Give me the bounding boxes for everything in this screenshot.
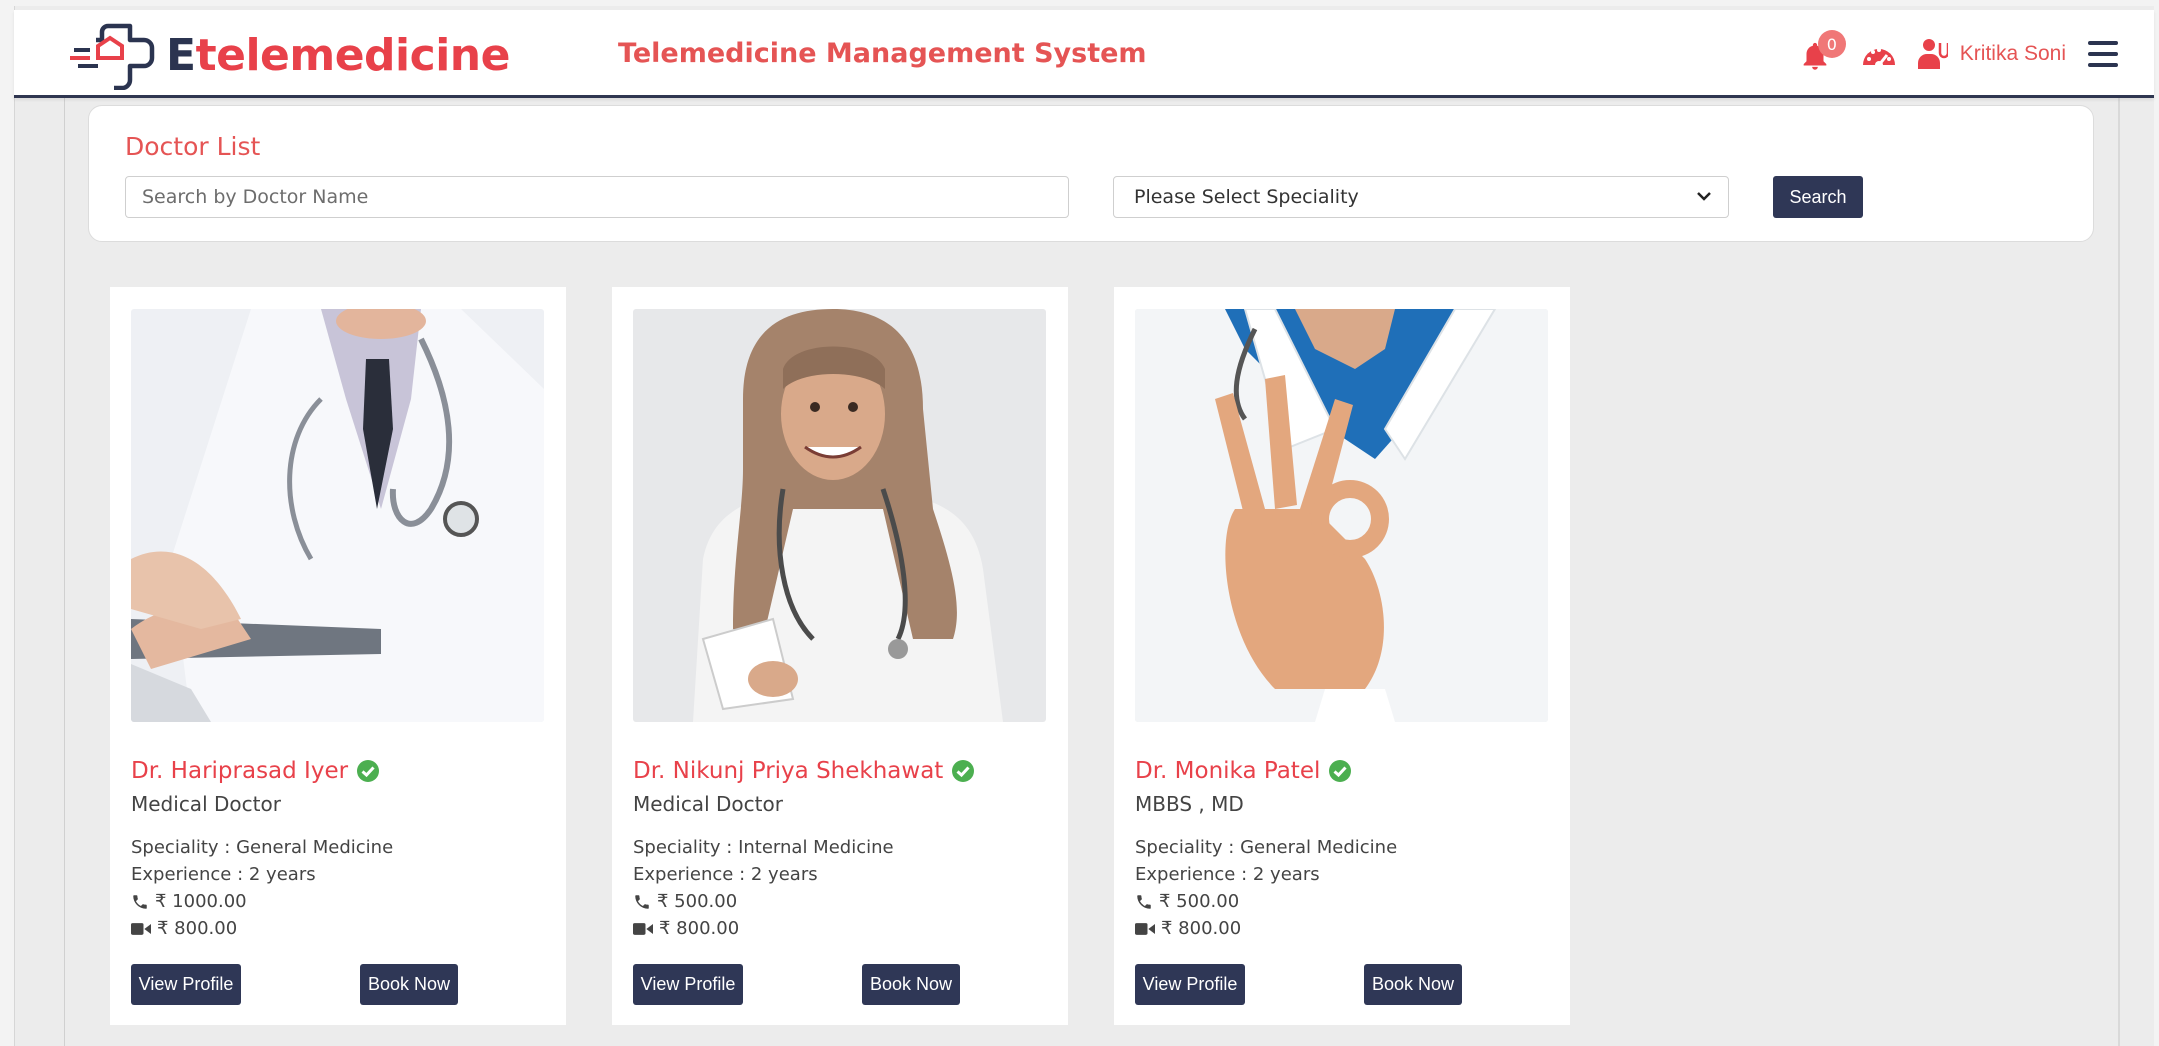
doctor-name[interactable]: Dr. Nikunj Priya Shekhawat	[633, 758, 975, 784]
doctor-speciality: Speciality : General Medicine	[131, 837, 394, 858]
user-doctor-icon	[1917, 39, 1948, 69]
header-actions: 0 Kritika Soni	[1798, 30, 2118, 74]
doctor-speciality: Speciality : Internal Medicine	[633, 837, 894, 858]
brand-name: Etelemedicine	[166, 29, 510, 81]
app-title: Telemedicine Management System	[618, 38, 1147, 69]
phone-icon	[1137, 894, 1151, 909]
medical-cross-logo-icon	[70, 23, 155, 90]
view-profile-button[interactable]: View Profile	[633, 964, 743, 1005]
speciality-select[interactable]: Please Select Speciality	[1113, 176, 1729, 218]
search-button[interactable]: Search	[1773, 176, 1863, 218]
doctor-experience: Experience : 2 years	[633, 864, 818, 885]
speciality-select-value: Please Select Speciality	[1134, 186, 1359, 208]
verified-check-icon	[1329, 760, 1352, 782]
book-now-button[interactable]: Book Now	[1364, 964, 1462, 1005]
doctor-title: Medical Doctor	[633, 792, 783, 816]
verified-check-icon	[357, 760, 380, 782]
view-profile-button[interactable]: View Profile	[131, 964, 241, 1005]
notification-count-badge: 0	[1817, 30, 1846, 58]
doctor-name-search-input[interactable]	[125, 176, 1069, 218]
doctor-photo	[1135, 309, 1548, 722]
doctor-title: MBBS , MD	[1135, 792, 1244, 816]
phone-consult-fee: ₹ 500.00	[633, 891, 737, 912]
top-header: Etelemedicine Telemedicine Management Sy…	[14, 10, 2154, 98]
doctor-card: Dr. Monika Patel MBBS , MD Speciality : …	[1114, 287, 1570, 1025]
phone-icon	[133, 894, 147, 909]
chevron-down-icon	[1697, 192, 1711, 201]
phone-consult-fee: ₹ 500.00	[1135, 891, 1239, 912]
book-now-button[interactable]: Book Now	[360, 964, 458, 1005]
doctor-card: Dr. Nikunj Priya Shekhawat Medical Docto…	[612, 287, 1068, 1025]
phone-icon	[635, 894, 649, 909]
notifications-button[interactable]: 0	[1798, 30, 1846, 74]
video-consult-fee: ₹ 800.00	[131, 918, 237, 939]
brand-logo[interactable]: Etelemedicine	[68, 20, 510, 90]
doctor-experience: Experience : 2 years	[131, 864, 316, 885]
view-profile-button[interactable]: View Profile	[1135, 964, 1245, 1005]
content-left-border	[64, 96, 65, 1046]
doctor-card: Dr. Hariprasad Iyer Medical Doctor Speci…	[110, 287, 566, 1025]
content-right-border	[2118, 96, 2120, 1046]
book-now-button[interactable]: Book Now	[862, 964, 960, 1005]
video-camera-icon	[633, 922, 653, 935]
user-name[interactable]: Kritika Soni	[1960, 42, 2066, 66]
phone-consult-fee: ₹ 1000.00	[131, 891, 247, 912]
dashboard-gauge-icon[interactable]	[1860, 37, 1898, 71]
doctor-speciality: Speciality : General Medicine	[1135, 837, 1398, 858]
panel-title: Doctor List	[125, 132, 261, 161]
doctor-title: Medical Doctor	[131, 792, 281, 816]
video-consult-fee: ₹ 800.00	[633, 918, 739, 939]
doctor-search-panel: Doctor List Please Select Speciality Sea…	[88, 105, 2094, 242]
hamburger-menu-icon[interactable]	[2088, 41, 2118, 67]
doctor-photo	[131, 309, 544, 722]
verified-check-icon	[952, 760, 975, 782]
doctor-photo	[633, 309, 1046, 722]
doctor-name[interactable]: Dr. Monika Patel	[1135, 758, 1352, 784]
doctor-experience: Experience : 2 years	[1135, 864, 1320, 885]
video-camera-icon	[131, 922, 151, 935]
video-consult-fee: ₹ 800.00	[1135, 918, 1241, 939]
video-camera-icon	[1135, 922, 1155, 935]
doctor-name[interactable]: Dr. Hariprasad Iyer	[131, 758, 380, 784]
